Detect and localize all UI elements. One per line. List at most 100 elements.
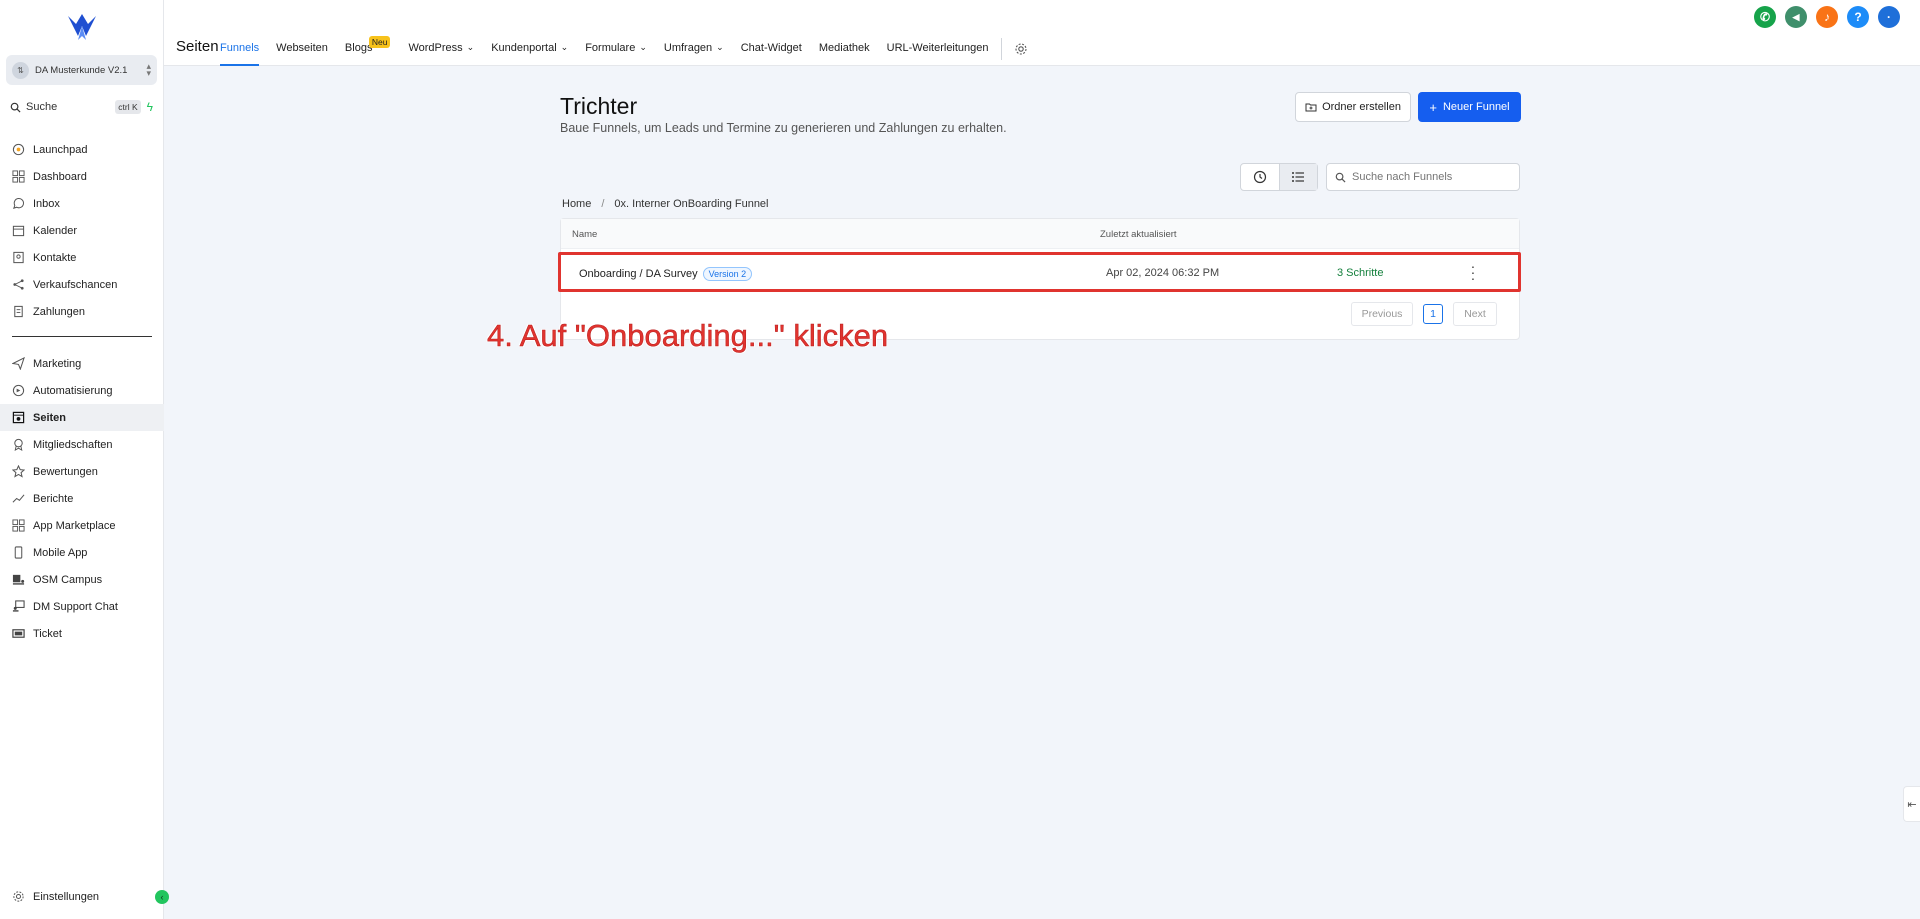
- sidebar-item-label: Seiten: [33, 411, 67, 424]
- pages-icon: [12, 411, 25, 424]
- campus-icon: [12, 574, 25, 585]
- funnel-search-input[interactable]: [1352, 171, 1512, 183]
- tab-divider: [1000, 38, 1002, 60]
- sidebar-item-label: Kontakte: [33, 251, 77, 264]
- apps-icon: [12, 519, 25, 532]
- sidebar-item-app-marketplace[interactable]: App Marketplace: [0, 512, 164, 539]
- tab-umfragen[interactable]: Umfragen ⌄: [664, 34, 724, 66]
- table-header: Name Zuletzt aktualisiert: [561, 219, 1519, 249]
- account-switcher[interactable]: ⇅ DA Musterkunde V2.1 ▴ ▾: [6, 55, 157, 85]
- tab-funnels[interactable]: Funnels: [220, 34, 260, 66]
- tab-mediathek[interactable]: Mediathek: [819, 34, 870, 66]
- tab-webseiten[interactable]: Webseiten: [276, 34, 328, 66]
- phone-icon[interactable]: ✆: [1754, 6, 1776, 28]
- sidebar-item-label: Inbox: [33, 197, 60, 210]
- tab-label: URL-Weiterleitungen: [886, 42, 989, 54]
- tab-url-weiterleitungen[interactable]: URL-Weiterleitungen: [887, 34, 989, 66]
- sidebar-item-verkaufschancen[interactable]: Verkaufschancen: [0, 271, 164, 298]
- pipeline-icon: [13, 279, 24, 290]
- breadcrumb-current: 0x. Interner OnBoarding Funnel: [614, 198, 769, 210]
- send-icon: [12, 357, 25, 370]
- tab-formulare[interactable]: Formulare ⌄: [585, 34, 647, 66]
- sidebar-item-mobile-app[interactable]: Mobile App: [0, 539, 164, 566]
- sidebar-item-osm-campus[interactable]: OSM Campus: [0, 566, 164, 593]
- sidebar-item-zahlungen[interactable]: Zahlungen: [0, 298, 164, 325]
- sidebar-item-ticket[interactable]: Ticket: [0, 620, 164, 647]
- recent-view-button[interactable]: [1241, 164, 1279, 190]
- sidebar-nav-top: Launchpad Dashboard Inbox Kalender Konta…: [0, 136, 164, 325]
- page-number[interactable]: 1: [1423, 304, 1443, 324]
- sidebar-item-bewertungen[interactable]: Bewertungen: [0, 458, 164, 485]
- lightning-icon[interactable]: ϟ: [147, 100, 153, 114]
- previous-page-button[interactable]: Previous: [1351, 302, 1413, 326]
- sidebar-item-label: Automatisierung: [33, 384, 113, 397]
- sidebar-item-label: Mobile App: [33, 546, 88, 559]
- next-page-button[interactable]: Next: [1453, 302, 1497, 326]
- brand-logo-icon[interactable]: [64, 10, 100, 46]
- breadcrumb-home[interactable]: Home: [562, 198, 591, 210]
- star-icon: [12, 465, 25, 478]
- sidebar-divider: [12, 336, 152, 337]
- megaphone-icon[interactable]: ◀: [1785, 6, 1807, 28]
- trend-icon: [12, 494, 25, 503]
- sidebar-item-label: Verkaufschancen: [33, 278, 118, 291]
- new-funnel-button[interactable]: + Neuer Funnel: [1418, 92, 1521, 122]
- gear-icon: [13, 891, 24, 902]
- tab-kundenportal[interactable]: Kundenportal ⌄: [491, 34, 568, 66]
- sidebar-item-dashboard[interactable]: Dashboard: [0, 163, 164, 190]
- search-icon: [1335, 172, 1346, 183]
- chevron-down-icon: ⌄: [639, 42, 647, 52]
- sidebar-item-berichte[interactable]: Berichte: [0, 485, 164, 512]
- tab-label: Mediathek: [818, 42, 870, 54]
- tab-blogs[interactable]: Blogs Neu: [345, 34, 391, 66]
- sidebar-item-automatisierung[interactable]: Automatisierung: [0, 377, 164, 404]
- instruction-annotation: 4. Auf "Onboarding..." klicken: [487, 318, 889, 354]
- column-header-name[interactable]: Name: [572, 229, 597, 240]
- highlight-box: [558, 252, 1521, 292]
- gear-icon: [1014, 43, 1027, 55]
- sidebar-item-launchpad[interactable]: Launchpad: [0, 136, 164, 163]
- tab-label: Formulare: [585, 42, 636, 54]
- tab-label: Funnels: [220, 42, 260, 54]
- top-bar: Seiten Funnels Webseiten Blogs Neu WordPr…: [164, 0, 1920, 66]
- sidebar-item-kalender[interactable]: Kalender: [0, 217, 164, 244]
- list-view-button[interactable]: [1278, 164, 1317, 190]
- sidebar-search[interactable]: Suche ctrl K ϟ: [6, 97, 157, 117]
- pagination: Previous 1 Next: [1351, 302, 1497, 326]
- sidebar-item-label: Berichte: [33, 492, 74, 505]
- sidebar-item-label: App Marketplace: [33, 519, 116, 532]
- search-shortcut: ctrl K: [115, 100, 141, 114]
- view-toggle: [1240, 163, 1318, 191]
- tab-chat-widget[interactable]: Chat-Widget: [741, 34, 802, 66]
- column-header-updated[interactable]: Zuletzt aktualisiert: [1100, 229, 1177, 240]
- tab-label: Kundenportal: [491, 42, 557, 54]
- sidebar-item-dm-support-chat[interactable]: DM Support Chat: [0, 593, 164, 620]
- section-title: Seiten: [176, 38, 219, 55]
- sidebar-item-mitgliedschaften[interactable]: Mitgliedschaften: [0, 431, 164, 458]
- tab-wordpress[interactable]: WordPress ⌄: [408, 34, 474, 66]
- automation-icon: [12, 384, 25, 397]
- sidebar-item-seiten[interactable]: Seiten: [0, 404, 164, 431]
- help-icon[interactable]: ?: [1847, 6, 1869, 28]
- sidebar-item-inbox[interactable]: Inbox: [0, 190, 164, 217]
- sidebar-item-einstellungen[interactable]: Einstellungen: [0, 883, 164, 910]
- sidebar-item-label: Mitgliedschaften: [33, 438, 113, 451]
- bell-icon[interactable]: ♪: [1816, 6, 1838, 28]
- create-folder-button[interactable]: Ordner erstellen: [1295, 92, 1411, 122]
- calendar-icon: [12, 225, 25, 237]
- tab-label: WordPress: [408, 42, 463, 54]
- ticket-icon: [12, 629, 25, 638]
- sidebar-item-label: OSM Campus: [33, 573, 103, 586]
- sidebar-item-label: Kalender: [33, 224, 78, 237]
- sidebar-item-marketing[interactable]: Marketing: [0, 350, 164, 377]
- avatar-icon[interactable]: ·: [1878, 6, 1900, 28]
- plus-icon: +: [1429, 99, 1437, 115]
- tab-settings[interactable]: [1014, 34, 1028, 61]
- search-icon: [10, 102, 21, 113]
- collapse-sidebar-icon[interactable]: ‹: [155, 890, 169, 904]
- expand-panel-icon[interactable]: ⇤: [1903, 786, 1920, 822]
- tab-label: Webseiten: [276, 42, 328, 54]
- page-subtitle: Baue Funnels, um Leads und Termine zu ge…: [560, 121, 1007, 135]
- contacts-icon: [13, 251, 24, 264]
- sidebar-item-kontakte[interactable]: Kontakte: [0, 244, 164, 271]
